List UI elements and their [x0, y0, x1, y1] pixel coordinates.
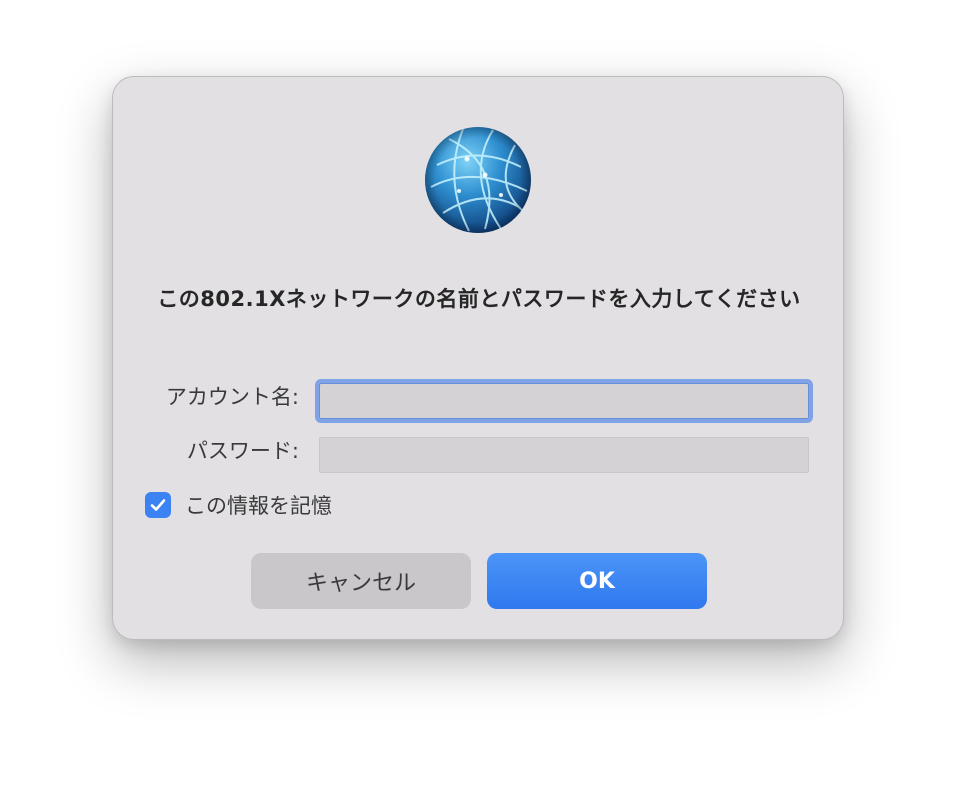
- ok-button[interactable]: OK: [487, 553, 707, 609]
- ok-button-label: OK: [579, 568, 615, 594]
- password-input[interactable]: [319, 437, 809, 473]
- remember-info-label: この情報を記憶: [185, 494, 332, 518]
- network-globe-icon: [423, 125, 533, 235]
- remember-info-checkbox[interactable]: [145, 492, 171, 518]
- network-login-dialog: この802.1Xネットワークの名前とパスワードを入力してください アカウント名:…: [112, 76, 844, 640]
- dialog-title: この802.1Xネットワークの名前とパスワードを入力してください: [157, 287, 801, 311]
- password-label: パスワード:: [186, 439, 299, 463]
- checkmark-icon: [150, 499, 166, 511]
- account-name-input[interactable]: [315, 379, 813, 423]
- account-name-label: アカウント名:: [165, 385, 299, 409]
- screen: この802.1Xネットワークの名前とパスワードを入力してください アカウント名:…: [0, 0, 956, 788]
- cancel-button-label: キャンセル: [305, 571, 416, 596]
- cancel-button[interactable]: キャンセル: [251, 553, 471, 609]
- remember-info-checkbox-row[interactable]: この情報を記憶: [145, 489, 332, 521]
